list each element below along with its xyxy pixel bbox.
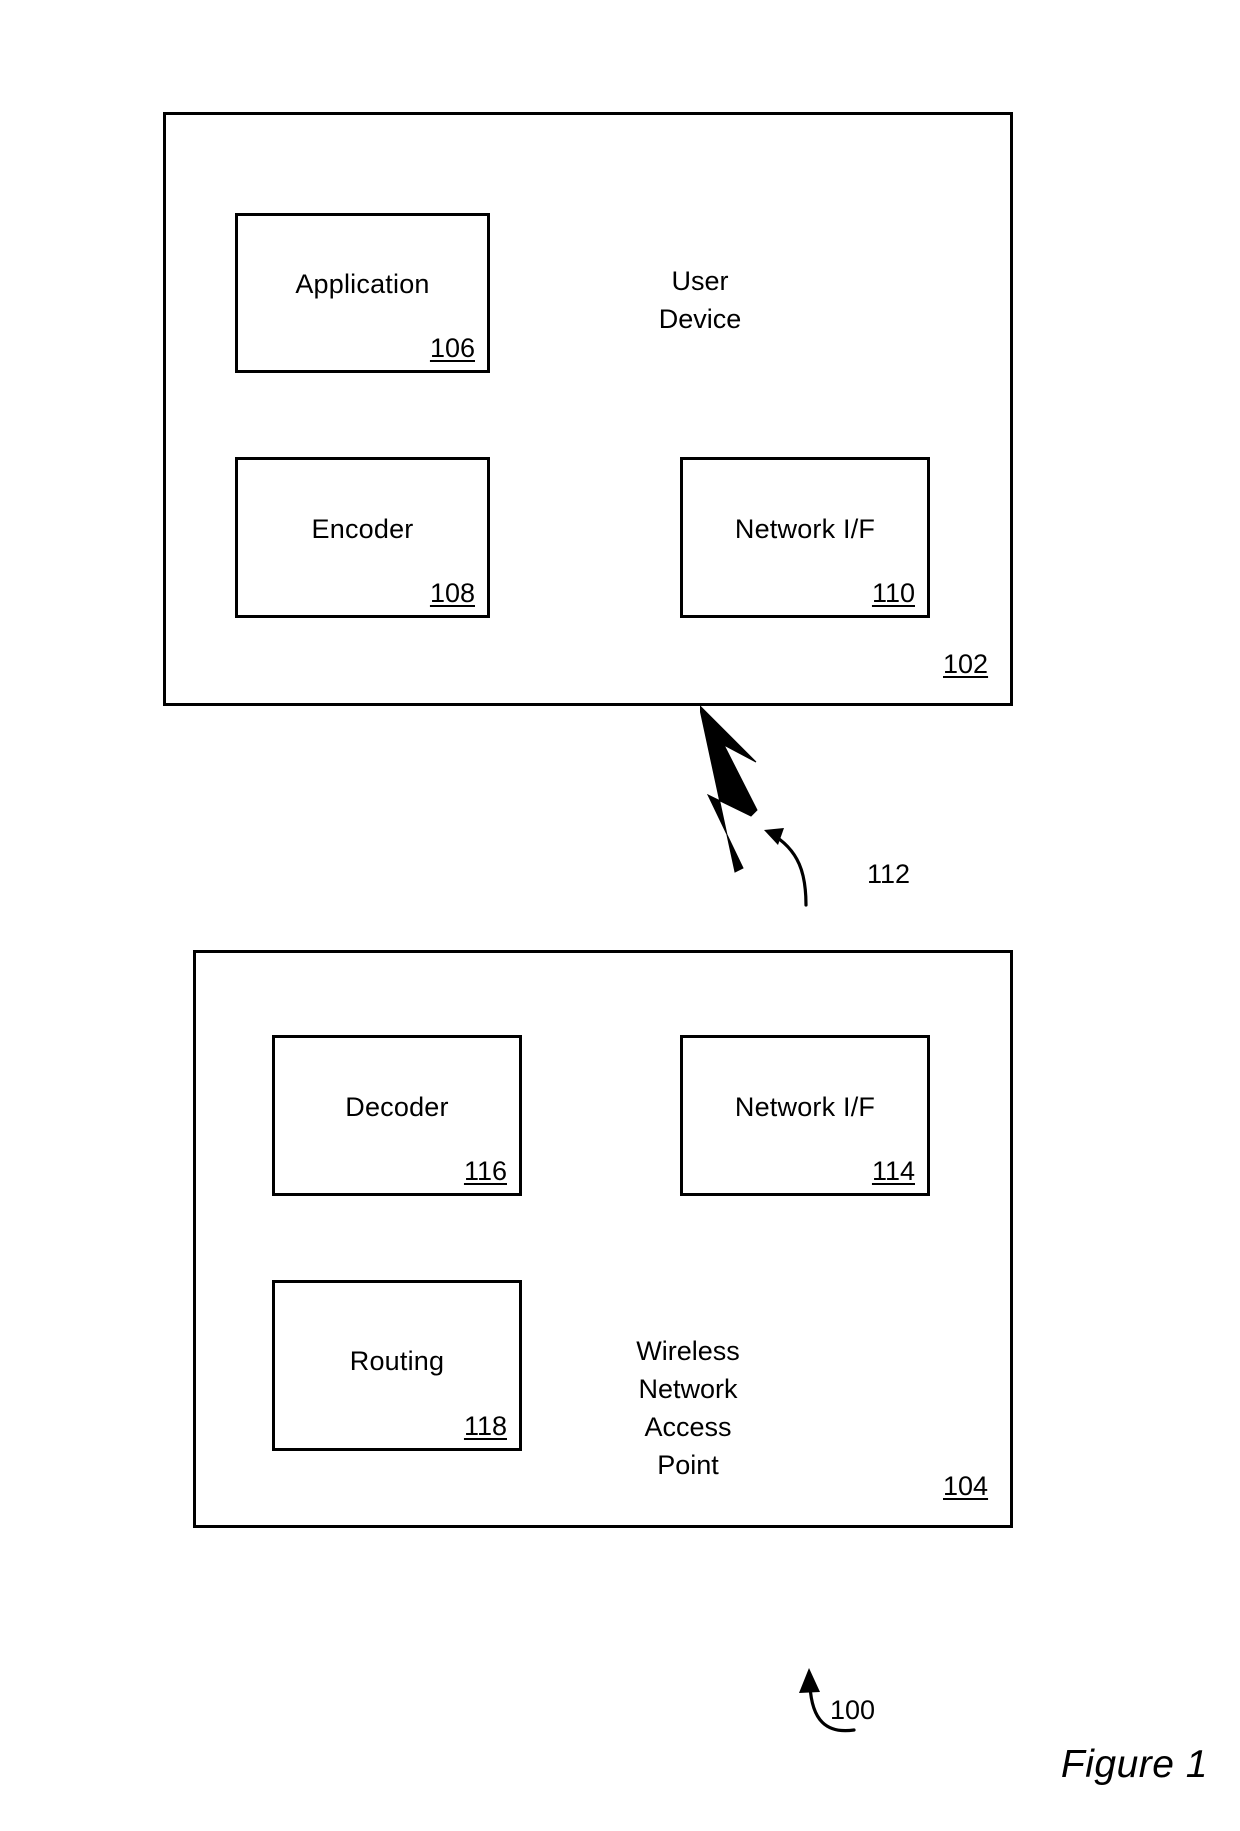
user-device-network-interface-module: Network I/F 110 — [680, 457, 930, 618]
access-point-network-interface-reference-numeral: 114 — [871, 1156, 915, 1186]
application-module-label: Application — [295, 269, 430, 299]
decoder-module: Decoder 116 — [272, 1035, 522, 1196]
user-device-caption: User Device — [658, 266, 742, 334]
application-module-reference-numeral: 106 — [429, 333, 475, 363]
wireless-access-point-reference-numeral: 104 — [943, 1471, 989, 1501]
routing-module: Routing 118 — [272, 1280, 522, 1451]
figure-caption: Figure 1 — [1060, 1743, 1208, 1786]
access-point-network-interface-module: Network I/F 114 — [680, 1035, 930, 1196]
access-point-network-interface-label: Network I/F — [734, 1092, 876, 1122]
wireless-access-point-caption: Wireless Network Access Point — [636, 1336, 740, 1480]
encoder-module-reference-numeral: 108 — [429, 578, 475, 608]
user-device-network-interface-label: Network I/F — [734, 514, 876, 544]
wireless-link-group — [698, 700, 880, 950]
encoder-module-label: Encoder — [311, 514, 414, 544]
application-module: Application 106 — [235, 213, 490, 373]
encoder-module: Encoder 108 — [235, 457, 490, 618]
routing-module-label: Routing — [349, 1346, 445, 1376]
system-reference-numeral: 100 — [830, 1695, 876, 1725]
decoder-module-label: Decoder — [345, 1092, 449, 1122]
user-device-reference-numeral: 102 — [943, 649, 989, 679]
decoder-module-reference-numeral: 116 — [463, 1156, 507, 1186]
lightning-bolt-icon — [698, 703, 808, 907]
wireless-link-reference-numeral: 112 — [867, 859, 911, 889]
routing-module-reference-numeral: 118 — [463, 1411, 507, 1441]
user-device-network-interface-reference-numeral: 110 — [871, 578, 915, 608]
figure-canvas: User Device 102 Application 106 Encoder … — [0, 0, 1240, 1831]
